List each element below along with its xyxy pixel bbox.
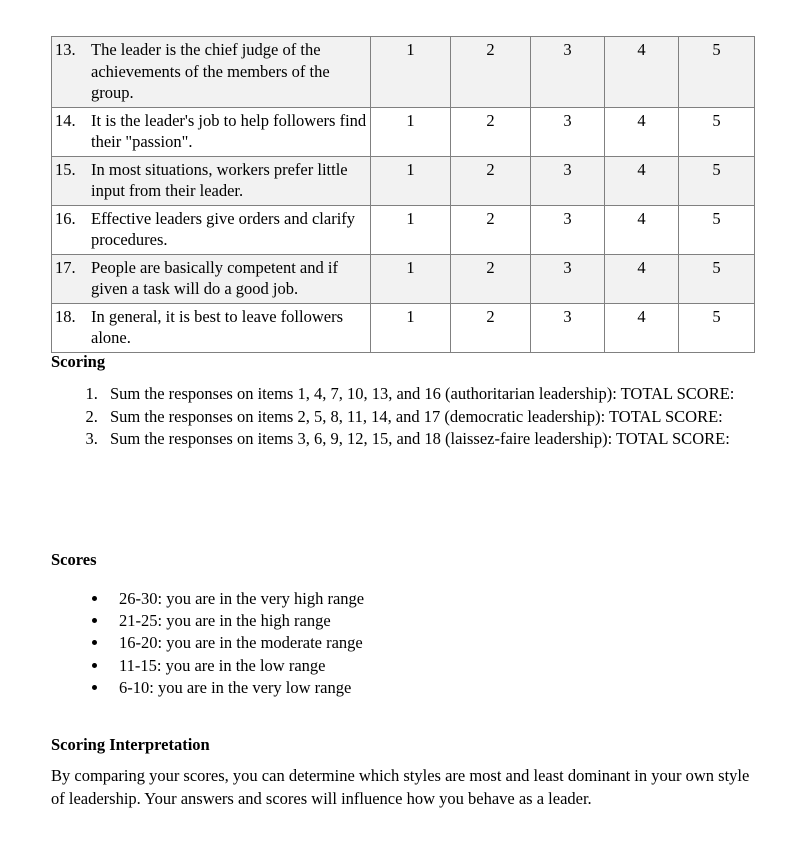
rating-option-5[interactable]: 5 — [678, 36, 755, 108]
rating-option-1[interactable]: 1 — [370, 302, 451, 353]
scoring-interpretation-paragraph: By comparing your scores, you can determ… — [51, 766, 750, 808]
rating-option-1[interactable]: 1 — [370, 106, 451, 157]
rating-option-2[interactable]: 2 — [450, 253, 531, 304]
score-range-item: 11-15: you are in the low range — [109, 655, 651, 677]
rating-option-3[interactable]: 3 — [530, 155, 605, 206]
question-text: Effective leaders give orders and clarif… — [91, 208, 356, 250]
rating-option-3[interactable]: 3 — [530, 106, 605, 157]
rating-option-3[interactable]: 3 — [530, 204, 605, 255]
rating-option-4[interactable]: 4 — [604, 302, 679, 353]
question-number: 16. — [55, 208, 76, 228]
score-range-item: 21-25: you are in the high range — [109, 610, 651, 632]
rating-option-1[interactable]: 1 — [370, 253, 451, 304]
question-text: People are basically competent and if gi… — [91, 257, 338, 299]
rating-option-2[interactable]: 2 — [450, 36, 531, 108]
rating-option-4[interactable]: 4 — [604, 106, 679, 157]
question-cell: 17. People are basically competent and if… — [51, 253, 371, 304]
rating-option-5[interactable]: 5 — [678, 204, 755, 255]
question-cell: 18. In general, it is best to leave follo… — [51, 302, 371, 353]
scoring-instruction-item: Sum the responses on items 3, 6, 9, 12, … — [102, 428, 751, 451]
document-page: 13. The leader is the chief judge of the … — [0, 0, 802, 842]
questionnaire-table-body: 13. The leader is the chief judge of the … — [51, 36, 755, 353]
rating-option-3[interactable]: 3 — [530, 302, 605, 353]
question-text: In most situations, workers prefer littl… — [91, 159, 348, 201]
rating-option-2[interactable]: 2 — [450, 106, 531, 157]
rating-option-5[interactable]: 5 — [678, 155, 755, 206]
rating-option-2[interactable]: 2 — [450, 155, 531, 206]
question-number: 13. — [55, 40, 76, 59]
question-cell: 13. The leader is the chief judge of the … — [51, 36, 371, 108]
scores-heading: Scores — [51, 550, 97, 569]
table-row: 15. In most situations, workers prefer li… — [51, 155, 755, 206]
question-number: 18. — [55, 306, 76, 326]
scoring-instruction-item: Sum the responses on items 1, 4, 7, 10, … — [102, 383, 751, 406]
rating-option-5[interactable]: 5 — [678, 106, 755, 157]
question-text: It is the leader's job to help followers… — [91, 110, 367, 152]
questionnaire-table-wrapper: 13. The leader is the chief judge of the … — [51, 36, 755, 353]
score-range-item: 26-30: you are in the very high range — [109, 588, 651, 610]
rating-option-4[interactable]: 4 — [604, 36, 679, 108]
table-row: 17. People are basically competent and if… — [51, 253, 755, 304]
rating-option-4[interactable]: 4 — [604, 204, 679, 255]
question-cell: 14. It is the leader's job to help follow… — [51, 106, 371, 157]
score-range-item: 16-20: you are in the moderate range — [109, 632, 651, 654]
rating-option-3[interactable]: 3 — [530, 253, 605, 304]
question-text: In general, it is best to leave follower… — [91, 306, 344, 348]
question-text: The leader is the chief judge of the ach… — [91, 40, 330, 102]
question-number: 14. — [55, 110, 76, 130]
rating-option-5[interactable]: 5 — [678, 253, 755, 304]
table-row: 14. It is the leader's job to help follow… — [51, 106, 755, 157]
rating-option-3[interactable]: 3 — [530, 36, 605, 108]
table-row: 13. The leader is the chief judge of the … — [51, 36, 755, 108]
rating-option-5[interactable]: 5 — [678, 302, 755, 353]
question-cell: 15. In most situations, workers prefer li… — [51, 155, 371, 206]
scoring-instructions-list: Sum the responses on items 1, 4, 7, 10, … — [51, 383, 751, 451]
rating-option-2[interactable]: 2 — [450, 302, 531, 353]
score-range-item: 6-10: you are in the very low range — [109, 677, 651, 699]
rating-option-4[interactable]: 4 — [604, 155, 679, 206]
scoring-heading: Scoring — [51, 352, 106, 371]
table-row: 16. Effective leaders give orders and cla… — [51, 204, 755, 255]
rating-option-2[interactable]: 2 — [450, 204, 531, 255]
question-number: 17. — [55, 257, 76, 277]
question-number: 15. — [55, 159, 76, 179]
rating-option-1[interactable]: 1 — [370, 204, 451, 255]
question-cell: 16. Effective leaders give orders and cla… — [51, 204, 371, 255]
questionnaire-table: 13. The leader is the chief judge of the … — [51, 36, 755, 353]
rating-option-1[interactable]: 1 — [370, 36, 451, 108]
score-ranges-list: 26-30: you are in the very high range21-… — [51, 588, 651, 699]
rating-option-4[interactable]: 4 — [604, 253, 679, 304]
rating-option-1[interactable]: 1 — [370, 155, 451, 206]
table-row: 18. In general, it is best to leave follo… — [51, 302, 755, 353]
scoring-instruction-item: Sum the responses on items 2, 5, 8, 11, … — [102, 406, 751, 429]
scoring-interpretation-heading: Scoring Interpretation — [51, 735, 210, 754]
